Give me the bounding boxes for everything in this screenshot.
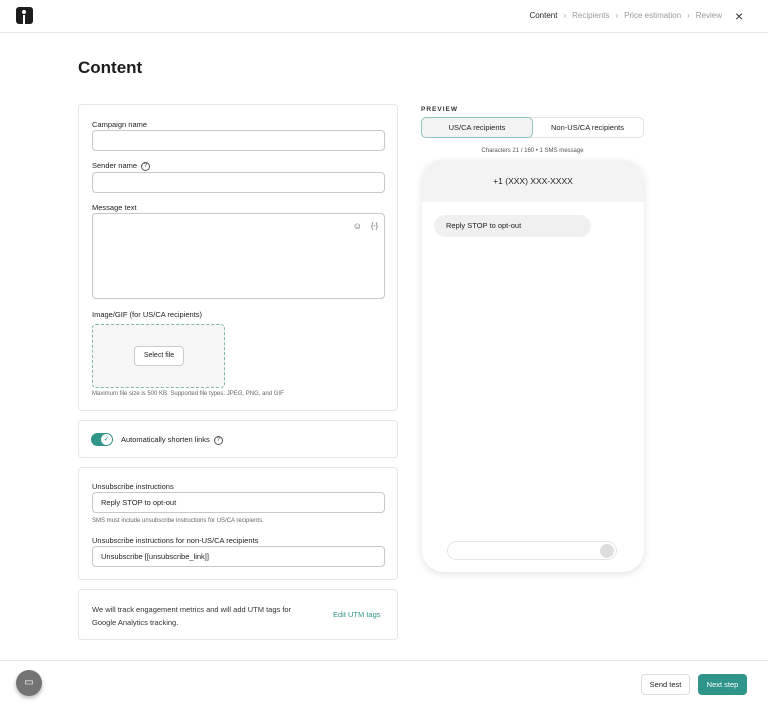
step-breadcrumb: Content › Recipients › Price estimation › R… (529, 11, 722, 20)
preview-tabs: US/CA recipients Non-US/CA recipients (421, 117, 644, 138)
step-review[interactable]: Review (696, 11, 722, 20)
unsubscribe-non-us-label: Unsubscribe instructions for non-US/CA r… (92, 536, 259, 545)
sender-name-input[interactable] (92, 172, 385, 193)
chat-icon[interactable]: ▭ (16, 670, 42, 696)
help-icon[interactable]: ? (213, 435, 223, 445)
check-icon: ✓ (101, 434, 112, 445)
preview-label: PREVIEW (421, 106, 458, 113)
unsubscribe-card: Unsubscribe instructions Reply STOP to o… (78, 467, 398, 580)
phone-preview: +1 (XXX) XXX-XXXX Reply STOP to opt-out (422, 160, 644, 572)
chevron-right-icon: › (687, 11, 690, 20)
next-step-button[interactable]: Next step (698, 674, 747, 695)
unsubscribe-input[interactable]: Reply STOP to opt-out (92, 492, 385, 513)
image-label: Image/GIF (for US/CA recipients) (92, 310, 203, 319)
page-title: Content (78, 58, 143, 77)
select-file-button[interactable]: Select file (134, 346, 184, 366)
shorten-links-text: Automatically shorten links (121, 435, 210, 444)
chevron-right-icon: › (615, 11, 619, 20)
variable-icon[interactable]: {-} (371, 217, 378, 236)
message-bubble: Reply STOP to opt-out (434, 215, 591, 237)
step-recipients[interactable]: Recipients (572, 11, 609, 20)
sender-name-label: Sender name? (92, 161, 151, 171)
image-dropzone[interactable]: Select file (92, 324, 225, 388)
edit-utm-tags-link[interactable]: Edit UTM tags (333, 610, 381, 619)
logo (16, 7, 33, 24)
image-note: Maximum file size is 500 KB. Supported f… (92, 391, 284, 397)
shorten-links-card: ✓ Automatically shorten links? (78, 420, 398, 458)
top-bar: Content › Recipients › Price estimation › R… (0, 0, 768, 33)
step-price-estimation[interactable]: Price estimation (624, 11, 681, 20)
send-test-button[interactable]: Send test (641, 674, 690, 695)
campaign-name-input[interactable] (92, 130, 385, 151)
emoji-icon[interactable]: ☺ (353, 217, 362, 236)
utm-text: We will track engagement metrics and wil… (92, 605, 292, 627)
message-text-area[interactable]: ☺ {-} (92, 213, 385, 299)
unsubscribe-label: Unsubscribe instructions (92, 482, 174, 491)
shorten-links-label: Automatically shorten links? (121, 435, 223, 445)
tab-us-ca[interactable]: US/CA recipients (421, 117, 533, 138)
phone-message-input (447, 541, 617, 560)
help-icon[interactable]: ? (141, 161, 151, 171)
shorten-links-toggle[interactable]: ✓ (91, 433, 113, 446)
tab-non-us-ca[interactable]: Non-US/CA recipients (532, 118, 643, 137)
close-icon[interactable]: × (735, 8, 743, 24)
content-card: Campaign name Sender name? Message text … (78, 104, 398, 411)
unsubscribe-hint: SMS must include unsubscribe instruction… (92, 518, 264, 524)
footer: ▭ Send test Next step (0, 660, 768, 707)
sender-name-label-text: Sender name (92, 161, 138, 170)
chevron-right-icon: › (563, 11, 567, 20)
utm-card: We will track engagement metrics and wil… (78, 589, 398, 640)
campaign-name-label: Campaign name (92, 120, 148, 129)
unsubscribe-non-us-input[interactable]: Unsubscribe [[unsubscribe_link]] (92, 546, 385, 567)
phone-number: +1 (XXX) XXX-XXXX (422, 160, 644, 202)
message-text-label: Message text (92, 203, 137, 212)
step-content[interactable]: Content (529, 11, 557, 20)
character-counter: Characters 21 / 160 • 1 SMS message (481, 148, 584, 154)
send-icon (600, 544, 614, 558)
